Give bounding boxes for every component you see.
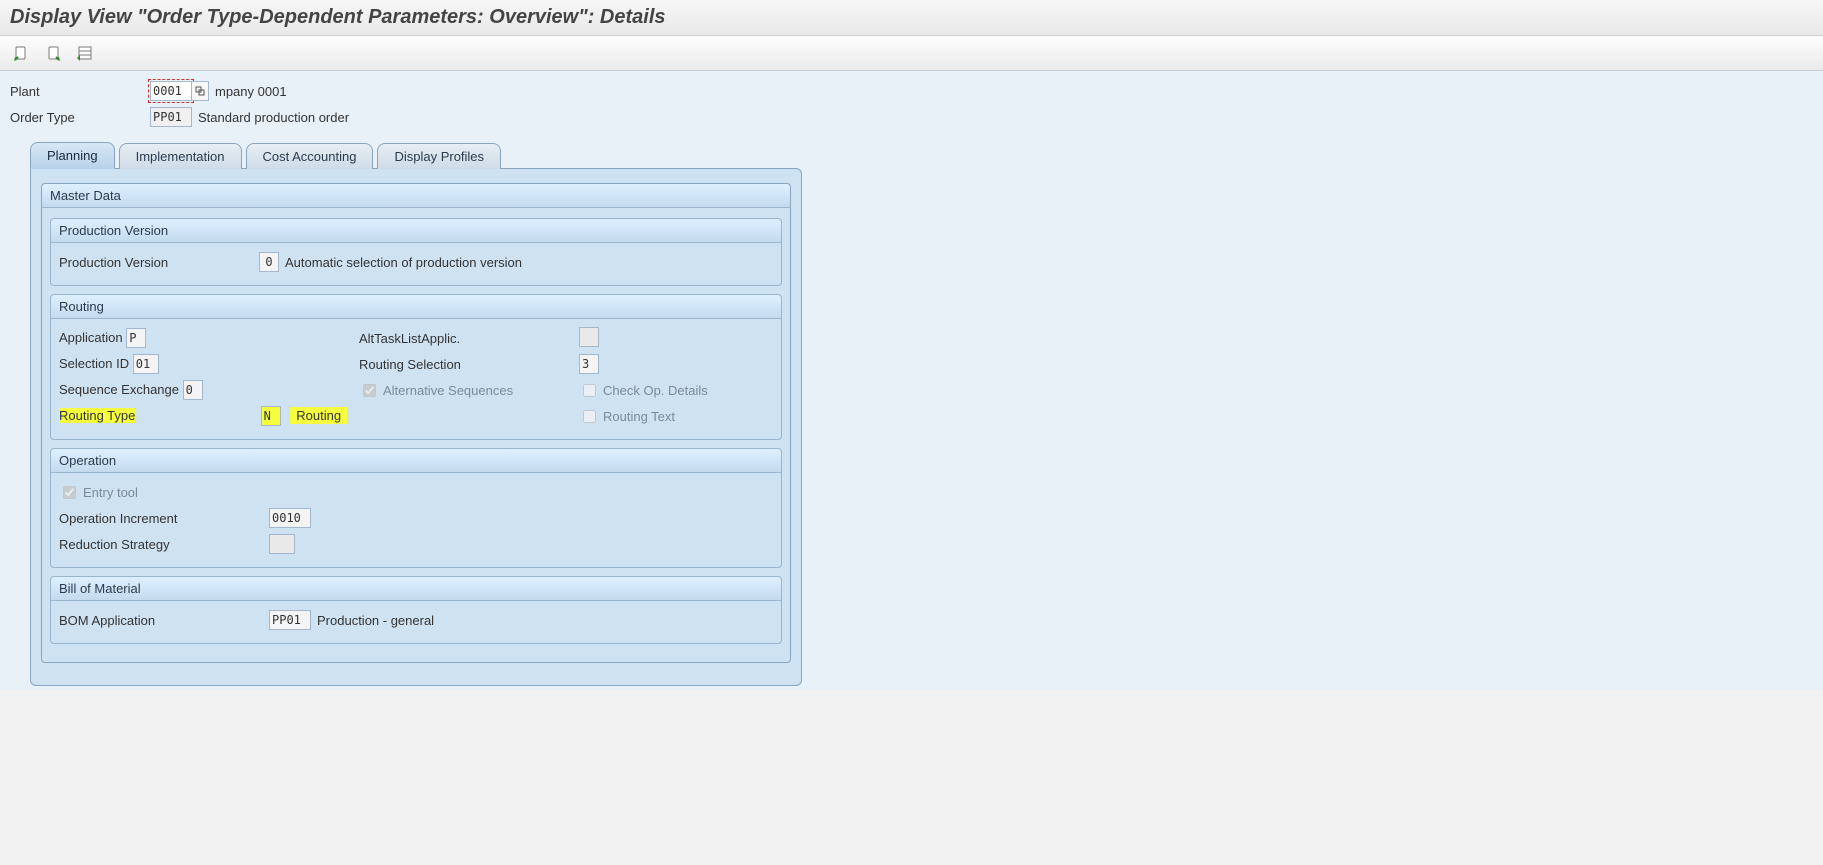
selectionid-label: Selection ID	[59, 356, 129, 371]
selectionid-input[interactable]: 01	[133, 354, 159, 374]
altseq-checkbox-wrap[interactable]: Alternative Sequences	[359, 381, 513, 400]
application-label: Application	[59, 330, 123, 345]
ordertype-description: Standard production order	[198, 110, 349, 125]
rtext-label: Routing Text	[603, 409, 675, 424]
rtext-checkbox[interactable]	[583, 410, 596, 423]
entrytool-checkbox[interactable]	[63, 486, 76, 499]
rt-description: Routing	[290, 408, 347, 423]
checkop-label: Check Op. Details	[603, 383, 708, 398]
page-title: Display View "Order Type-Dependent Param…	[10, 6, 666, 28]
plant-row: Plant 0001 mpany 0001	[10, 81, 1813, 101]
entrytool-label: Entry tool	[83, 485, 138, 500]
plant-value-help-button[interactable]	[192, 81, 209, 101]
table-icon	[77, 45, 93, 61]
tab-body-planning: Master Data Production Version Productio…	[30, 168, 802, 686]
subgroup-title-operation: Operation	[51, 449, 781, 473]
subgroup-routing: Routing Application P AltTaskListApplic.	[50, 294, 782, 440]
plant-label: Plant	[10, 84, 150, 99]
opincr-input[interactable]: 0010	[269, 508, 311, 528]
bomapp-label: BOM Application	[59, 613, 269, 628]
routingsel-input[interactable]: 3	[579, 354, 599, 374]
page-next-icon	[45, 45, 61, 61]
redstrat-input[interactable]	[269, 534, 295, 554]
opincr-label: Operation Increment	[59, 511, 269, 526]
subgroup-title-routing: Routing	[51, 295, 781, 319]
ordertype-label: Order Type	[10, 110, 150, 125]
other-entry-button[interactable]	[74, 42, 96, 64]
subgroup-bom: Bill of Material BOM Application PP01 Pr…	[50, 576, 782, 644]
toolbar	[0, 36, 1823, 71]
pv-label: Production Version	[59, 255, 259, 270]
value-help-icon	[195, 86, 205, 96]
group-master-data: Master Data Production Version Productio…	[41, 183, 791, 663]
alttl-label: AltTaskListApplic.	[359, 331, 460, 346]
rtext-checkbox-wrap[interactable]: Routing Text	[579, 407, 675, 426]
subgroup-production-version: Production Version Production Version 0 …	[50, 218, 782, 286]
title-bar: Display View "Order Type-Dependent Param…	[0, 0, 1823, 36]
routingsel-label: Routing Selection	[359, 357, 461, 372]
altseq-checkbox[interactable]	[363, 384, 376, 397]
tab-cost-accounting[interactable]: Cost Accounting	[246, 143, 374, 169]
rt-input[interactable]: N	[261, 406, 281, 426]
group-title-master-data: Master Data	[42, 184, 790, 208]
bomapp-description: Production - general	[317, 613, 434, 628]
next-entry-button[interactable]	[42, 42, 64, 64]
ordertype-input: PP01	[150, 107, 192, 127]
application-input[interactable]: P	[126, 328, 146, 348]
page-prev-icon	[13, 45, 29, 61]
rt-label: Routing Type	[59, 408, 135, 423]
entrytool-checkbox-wrap[interactable]: Entry tool	[59, 483, 138, 502]
tab-planning[interactable]: Planning	[30, 142, 115, 169]
alttl-input[interactable]	[579, 327, 599, 347]
tab-implementation[interactable]: Implementation	[119, 143, 242, 169]
subgroup-title-bom: Bill of Material	[51, 577, 781, 601]
subgroup-operation: Operation Entry tool Operation Increment…	[50, 448, 782, 568]
ordertype-row: Order Type PP01 Standard production orde…	[10, 107, 1813, 127]
subgroup-title-pv: Production Version	[51, 219, 781, 243]
pv-description: Automatic selection of production versio…	[285, 255, 522, 270]
seqexch-label: Sequence Exchange	[59, 382, 179, 397]
checkop-checkbox-wrap[interactable]: Check Op. Details	[579, 381, 708, 400]
pv-input[interactable]: 0	[259, 252, 279, 272]
prev-entry-button[interactable]	[10, 42, 32, 64]
checkop-checkbox[interactable]	[583, 384, 596, 397]
header-area: Plant 0001 mpany 0001 Order Type PP01 St…	[0, 71, 1823, 690]
tab-display-profiles[interactable]: Display Profiles	[377, 143, 501, 169]
tabstrip: Planning Implementation Cost Accounting …	[30, 141, 1813, 168]
seqexch-input[interactable]: 0	[183, 380, 203, 400]
redstrat-label: Reduction Strategy	[59, 537, 269, 552]
plant-description: mpany 0001	[215, 84, 287, 99]
plant-input[interactable]: 0001	[150, 81, 192, 101]
altseq-label: Alternative Sequences	[383, 383, 513, 398]
bomapp-input[interactable]: PP01	[269, 610, 311, 630]
